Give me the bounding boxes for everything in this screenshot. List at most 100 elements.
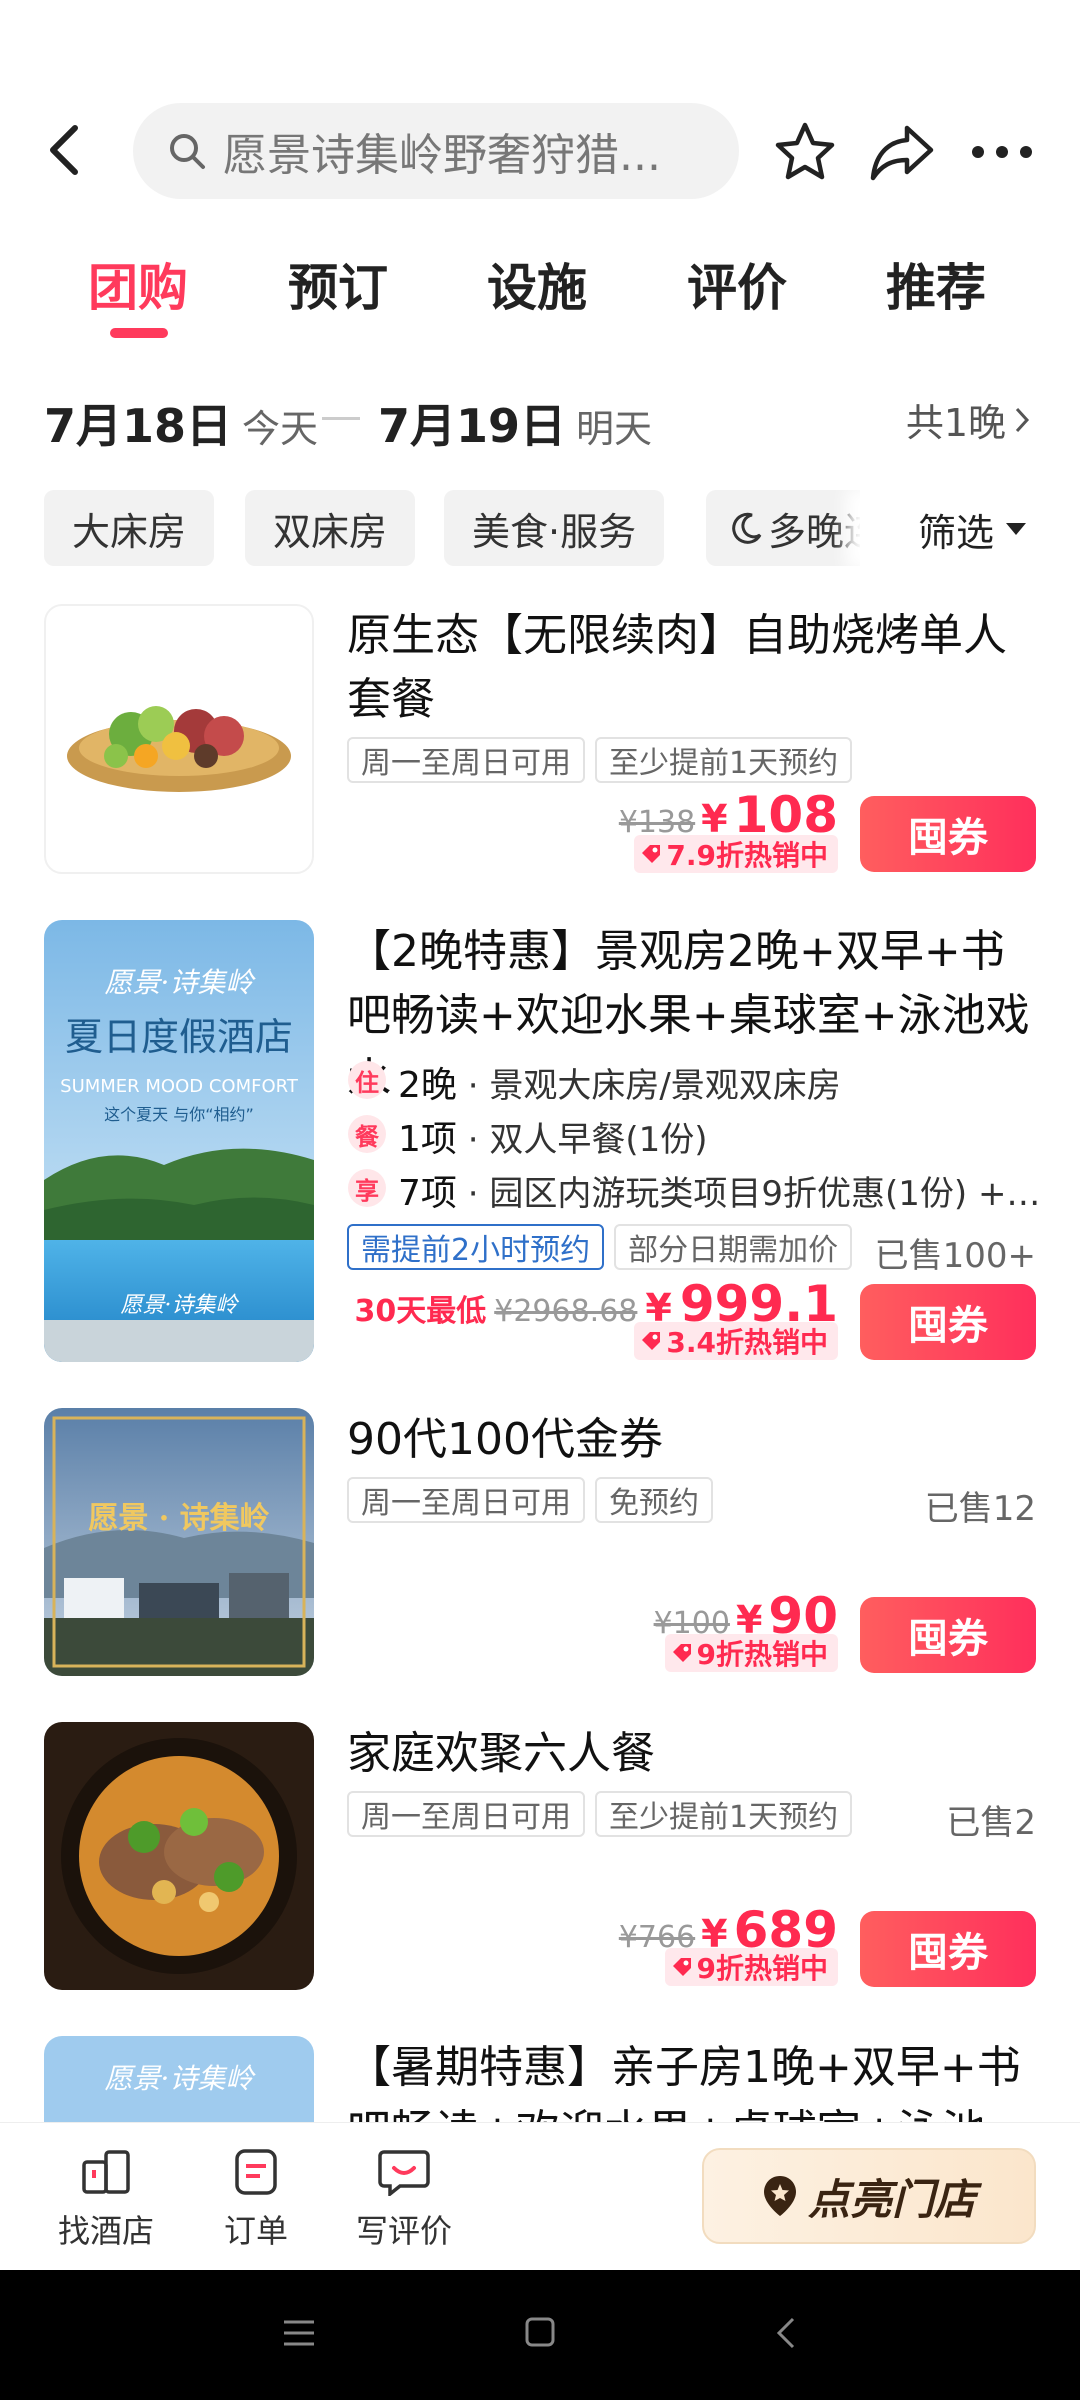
tag: 需提前2小时预约	[347, 1224, 605, 1270]
image-brand-text: 愿景 · 诗集岭	[88, 1501, 269, 1536]
light-up-store-label: 点亮门店	[807, 2174, 976, 2224]
buy-voucher-button[interactable]: 囤券	[860, 796, 1036, 872]
tag-icon	[672, 1644, 691, 1662]
hotel-icon	[82, 2150, 130, 2194]
review-icon	[378, 2150, 430, 2196]
light-up-store-button[interactable]: 点亮门店	[702, 2148, 1036, 2244]
share-icon	[870, 125, 934, 181]
search-icon	[170, 134, 205, 169]
tab-group-buy[interactable]: 团购	[88, 248, 188, 320]
chevron-right-icon	[1015, 407, 1030, 432]
feature-row: 7项 · 园区内游玩类项目9折优惠(1份) +…	[398, 1173, 1041, 1214]
home-icon[interactable]	[524, 2316, 556, 2348]
order-list-icon	[235, 2149, 277, 2195]
favorite-button[interactable]	[765, 112, 845, 192]
checkout-date[interactable]: 7月19日 明天	[378, 390, 652, 456]
filter-label: 筛选	[918, 510, 995, 555]
feature-text: 双人早餐(1份)	[489, 1120, 708, 1160]
feature-row: 2晚 · 景观大床房/景观双床房	[398, 1065, 841, 1106]
item-title: 原生态【无限续肉】自助烧烤单人套餐	[347, 610, 1007, 725]
feature-text: 景观大床房/景观双床房	[489, 1066, 841, 1106]
image-brand-text: 愿景·诗集岭	[121, 1293, 240, 1318]
share-button[interactable]	[862, 112, 942, 192]
tag: 周一至周日可用	[347, 1791, 585, 1837]
search-query: 愿景诗集岭野奢狩猎...	[223, 130, 661, 181]
chip-label: 双床房	[273, 509, 388, 554]
discount-badge: 9折热销中	[664, 1948, 838, 1986]
filter-twin-bed[interactable]: 双床房	[245, 490, 416, 566]
checkin-date-note: 今天	[242, 407, 319, 451]
image-headline: 夏日度假酒店	[65, 1015, 293, 1059]
back-nav-icon[interactable]	[776, 2316, 796, 2350]
image-subtext: 这个夏天 与你“相约”	[104, 1105, 254, 1124]
sold-count: 已售12	[924, 1489, 1036, 1529]
nav-write-review[interactable]: 写评价	[344, 2148, 464, 2252]
item-title: 家庭欢聚六人餐	[347, 1728, 655, 1779]
nav-label: 找酒店	[57, 2212, 154, 2250]
more-icon	[972, 146, 1032, 158]
feature-text: 园区内游玩类项目9折优惠(1份) +…	[489, 1174, 1041, 1214]
feature-count: 7项	[398, 1173, 457, 1214]
bbq-platter-image	[44, 604, 314, 874]
discount-badge: 9折热销中	[664, 1634, 838, 1672]
nav-orders[interactable]: 订单	[196, 2148, 316, 2252]
tag: 周一至周日可用	[347, 737, 585, 783]
tag: 部分日期需加价	[614, 1224, 853, 1270]
chip-label: 大床房	[72, 509, 187, 554]
nights-count: 共1晚	[905, 401, 1006, 445]
tab-booking[interactable]: 预订	[288, 248, 388, 320]
buy-voucher-button[interactable]: 囤券	[860, 1911, 1036, 1987]
tag: 至少提前1天预约	[595, 1791, 853, 1837]
lowest-price-label: 30天最低	[354, 1294, 487, 1329]
item-title: 90代100代金券	[347, 1414, 663, 1465]
feature-badge: 享	[348, 1169, 386, 1207]
feature-count: 2晚	[398, 1065, 457, 1106]
tab-recommend[interactable]: 推荐	[886, 248, 986, 320]
tag-icon	[672, 1958, 691, 1976]
nav-find-hotel[interactable]: 找酒店	[46, 2148, 166, 2252]
item-tags: 需提前2小时预约 部分日期需加价	[347, 1224, 853, 1270]
summer-resort-image: 愿景·诗集岭 夏日度假酒店 SUMMER MOOD COMFORT 这个夏天 与…	[44, 920, 314, 1362]
filter-king-bed[interactable]: 大床房	[44, 490, 215, 566]
buy-voucher-button[interactable]: 囤券	[860, 1284, 1036, 1360]
moon-icon	[732, 512, 762, 544]
tag: 周一至周日可用	[347, 1477, 585, 1523]
discount-badge: 7.9折热销中	[634, 835, 838, 873]
checkout-date-value: 7月19日	[378, 399, 567, 453]
search-input[interactable]: 愿景诗集岭野奢狩猎...	[133, 103, 739, 199]
feature-badge: 餐	[348, 1115, 386, 1153]
tag-icon	[642, 845, 661, 863]
recent-apps-icon[interactable]	[282, 2318, 316, 2348]
tag-icon	[642, 1332, 661, 1350]
discount-text: 9折热销中	[696, 1952, 828, 1985]
checkout-date-note: 明天	[576, 407, 653, 451]
item-tags: 周一至周日可用 至少提前1天预约	[347, 1791, 853, 1837]
filter-button[interactable]: 筛选	[860, 488, 1080, 570]
nav-label: 订单	[223, 2212, 288, 2250]
feature-row: 1项 · 双人早餐(1份)	[398, 1119, 708, 1160]
system-navigation-bar	[0, 2270, 1080, 2400]
sold-count: 已售100+	[874, 1236, 1036, 1276]
discount-text: 9折热销中	[696, 1638, 828, 1671]
nav-label: 写评价	[355, 2212, 452, 2250]
buy-voucher-button[interactable]: 囤券	[860, 1597, 1036, 1673]
nights-selector[interactable]: 共1晚	[906, 392, 1030, 447]
checkin-date-value: 7月18日	[44, 399, 233, 453]
discount-text: 3.4折热销中	[666, 1326, 828, 1359]
tag: 至少提前1天预约	[595, 737, 853, 783]
back-button[interactable]	[30, 115, 100, 185]
more-button[interactable]	[962, 112, 1042, 192]
filter-food-service[interactable]: 美食·服务	[444, 490, 665, 566]
caret-down-icon	[1006, 523, 1027, 535]
chevron-left-icon	[50, 125, 78, 175]
feature-count: 1项	[398, 1119, 457, 1160]
item-title: 【暑期特惠】亲子房1晚+双早+书吧畅读+欢迎水果+桌球室+泳池	[347, 2042, 1021, 2122]
image-brand-text: 愿景·诗集岭	[105, 2062, 257, 2095]
item-tags: 周一至周日可用 至少提前1天预约	[347, 737, 853, 783]
tab-facilities[interactable]: 设施	[487, 248, 587, 320]
image-english-text: SUMMER MOOD COMFORT	[60, 1076, 299, 1097]
feature-badge: 住	[348, 1061, 386, 1099]
discount-text: 7.9折热销中	[666, 839, 828, 872]
tab-reviews[interactable]: 评价	[687, 248, 787, 320]
checkin-date[interactable]: 7月18日 今天	[44, 390, 318, 456]
